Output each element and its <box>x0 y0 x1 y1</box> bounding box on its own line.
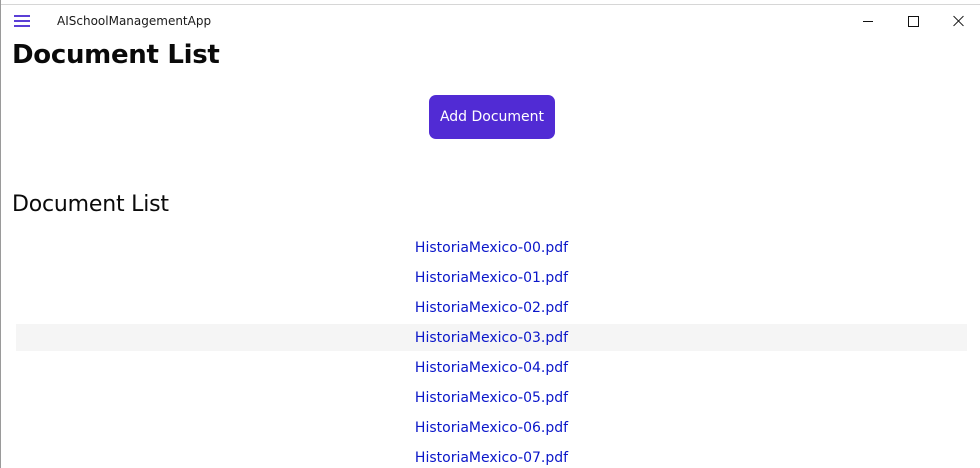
app-title: AISchoolManagementApp <box>57 14 212 28</box>
document-link[interactable]: HistoriaMexico-01.pdf <box>415 270 568 286</box>
window-left-border <box>0 0 1 468</box>
list-item[interactable]: HistoriaMexico-07.pdf <box>16 443 967 468</box>
list-item[interactable]: HistoriaMexico-00.pdf <box>16 233 967 263</box>
close-icon <box>952 15 964 27</box>
document-link[interactable]: HistoriaMexico-04.pdf <box>415 360 568 376</box>
document-link[interactable]: HistoriaMexico-05.pdf <box>415 390 568 406</box>
close-button[interactable] <box>935 5 980 37</box>
section-title: Document List <box>12 192 169 217</box>
minimize-button[interactable] <box>845 5 891 37</box>
list-item[interactable]: HistoriaMexico-03.pdf <box>16 324 967 351</box>
list-item[interactable]: HistoriaMexico-05.pdf <box>16 383 967 413</box>
document-link[interactable]: HistoriaMexico-02.pdf <box>415 300 568 316</box>
list-item[interactable]: HistoriaMexico-02.pdf <box>16 293 967 323</box>
page-title: Document List <box>12 40 220 70</box>
list-item[interactable]: HistoriaMexico-04.pdf <box>16 353 967 383</box>
document-list: HistoriaMexico-00.pdf HistoriaMexico-01.p… <box>16 233 967 468</box>
title-bar[interactable]: AISchoolManagementApp <box>1 5 980 37</box>
document-link[interactable]: HistoriaMexico-03.pdf <box>415 330 568 346</box>
list-item[interactable]: HistoriaMexico-06.pdf <box>16 413 967 443</box>
add-document-button[interactable]: Add Document <box>429 95 555 139</box>
document-link[interactable]: HistoriaMexico-06.pdf <box>415 420 568 436</box>
list-item[interactable]: HistoriaMexico-01.pdf <box>16 263 967 293</box>
maximize-icon <box>907 15 919 27</box>
document-link[interactable]: HistoriaMexico-07.pdf <box>415 450 568 466</box>
minimize-icon <box>863 20 873 22</box>
document-link[interactable]: HistoriaMexico-00.pdf <box>415 240 568 256</box>
maximize-button[interactable] <box>890 5 936 37</box>
app-window: AISchoolManagementApp Document List Add … <box>0 0 980 468</box>
hamburger-icon[interactable] <box>14 15 30 27</box>
